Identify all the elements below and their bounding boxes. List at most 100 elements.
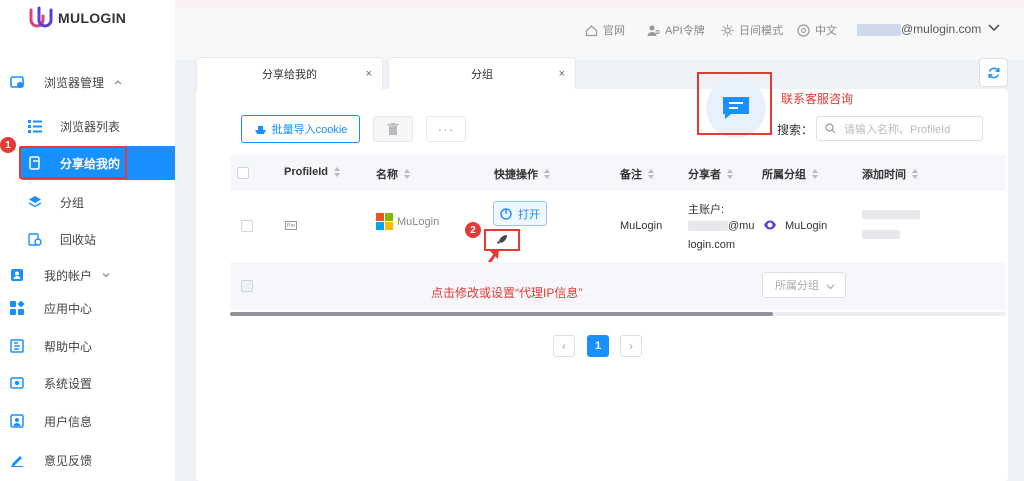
- tab-shared-to-me[interactable]: 分享给我的 ×: [196, 57, 383, 89]
- globe-icon: [797, 23, 810, 37]
- annotation-step-badge: 1: [0, 137, 16, 153]
- logo-text: MULOGIN: [58, 10, 127, 26]
- sidebar-item-app-center[interactable]: 应用中心: [0, 291, 175, 325]
- browser-manage-icon: [10, 76, 24, 88]
- search-input[interactable]: 请输入名称、ProfileId: [816, 116, 983, 141]
- sidebar-item-label: 浏览器管理: [44, 75, 105, 90]
- day-mode-label: 日间模式: [739, 25, 783, 37]
- chevron-down-icon[interactable]: [987, 20, 1001, 34]
- sidebar-item-browser-list[interactable]: 浏览器列表: [0, 109, 175, 143]
- added-time-redacted: [862, 230, 900, 239]
- column-label: 快捷操作: [494, 169, 538, 181]
- language-switch[interactable]: 中文: [797, 22, 837, 38]
- select-all-checkbox[interactable]: [237, 167, 249, 179]
- sharer-line-2: @mu: [728, 220, 755, 232]
- sidebar-item-label: 系统设置: [44, 376, 93, 391]
- day-mode-toggle[interactable]: 日间模式: [721, 22, 783, 38]
- ship-icon: [254, 125, 266, 134]
- help-icon: [10, 339, 24, 353]
- batch-import-cookie-button[interactable]: 批量导入cookie: [241, 115, 360, 143]
- layers-icon: [28, 196, 42, 208]
- sharer-line-1: 主账户:: [688, 204, 725, 216]
- trash-icon: [387, 122, 399, 135]
- column-header-sharer[interactable]: 分享者: [688, 166, 734, 182]
- next-page-button[interactable]: ›: [620, 335, 642, 357]
- more-actions-button[interactable]: ···: [426, 116, 466, 142]
- logo[interactable]: MULOGIN: [28, 6, 126, 30]
- official-site-link[interactable]: 官网: [585, 22, 625, 38]
- settings-icon: [10, 377, 24, 389]
- sidebar-item-help-center[interactable]: 帮助中心: [0, 329, 175, 363]
- sidebar-item-groups[interactable]: 分组: [0, 185, 175, 219]
- group-icon: [764, 220, 776, 230]
- sharer-redacted: [688, 221, 728, 231]
- horizontal-scrollbar[interactable]: [230, 312, 773, 316]
- sidebar-item-label: 我的帐户: [44, 268, 93, 283]
- delete-button[interactable]: [373, 116, 413, 142]
- group-filter-select[interactable]: 所属分组: [762, 272, 846, 298]
- sidebar-item-label: 回收站: [60, 232, 97, 247]
- column-label: 备注: [620, 169, 642, 181]
- group-select-placeholder: 所属分组: [775, 280, 819, 292]
- sidebar-item-label: 分组: [60, 195, 85, 210]
- search-icon: [825, 123, 836, 134]
- open-label: 打开: [518, 208, 540, 221]
- tab-close-icon[interactable]: ×: [559, 68, 565, 80]
- refresh-button[interactable]: [979, 58, 1008, 87]
- added-time-redacted: [862, 210, 920, 219]
- column-header-group[interactable]: 所属分组: [762, 166, 819, 182]
- sidebar-item-browser-manage[interactable]: 浏览器管理: [0, 65, 175, 99]
- sort-icon[interactable]: [404, 169, 411, 179]
- sidebar-item-feedback[interactable]: 意见反馈: [0, 443, 175, 477]
- column-header-profileid[interactable]: ProfileId: [284, 166, 341, 178]
- sharer-line-3: login.com: [688, 239, 736, 251]
- profile-name: MuLogin: [397, 216, 440, 228]
- column-header-quick-actions[interactable]: 快捷操作: [494, 166, 551, 182]
- mulogin-logo-icon: [29, 6, 53, 28]
- recycle-icon: [28, 233, 42, 246]
- sort-icon[interactable]: [544, 169, 551, 179]
- annotation-highlight-box: [19, 146, 127, 179]
- chevron-up-icon: [114, 80, 122, 85]
- batch-import-label: 批量导入cookie: [271, 124, 348, 136]
- top-banner-strip: [175, 0, 1024, 8]
- list-icon: [28, 120, 42, 133]
- tab-label: 分享给我的: [262, 68, 317, 81]
- api-token-link[interactable]: API令牌: [647, 22, 705, 38]
- column-label: 名称: [376, 169, 398, 181]
- sidebar-item-label: 意见反馈: [44, 453, 93, 468]
- sort-icon[interactable]: [727, 169, 734, 179]
- sidebar-item-label: 应用中心: [44, 301, 93, 316]
- column-header-added-time[interactable]: 添加时间: [862, 166, 919, 182]
- column-header-remark[interactable]: 备注: [620, 166, 655, 182]
- contact-support-label: 联系客服咨询: [781, 92, 854, 106]
- sidebar-item-label: 帮助中心: [44, 339, 93, 354]
- prev-page-button[interactable]: ‹: [553, 335, 575, 357]
- sidebar-item-my-account[interactable]: 我的帐户: [0, 258, 175, 292]
- sort-icon[interactable]: [912, 169, 919, 179]
- tab-close-icon[interactable]: ×: [366, 68, 372, 80]
- column-header-name[interactable]: 名称: [376, 166, 411, 182]
- table-row: [230, 262, 1006, 310]
- row-checkbox[interactable]: [241, 220, 253, 232]
- annotation-step-badge: 2: [465, 222, 481, 238]
- sort-icon[interactable]: [648, 169, 655, 179]
- sidebar-item-recycle-bin[interactable]: 回收站: [0, 222, 175, 256]
- open-browser-button[interactable]: 打开: [493, 201, 547, 226]
- user-email[interactable]: @mulogin.com: [901, 22, 981, 36]
- sort-icon[interactable]: [812, 169, 819, 179]
- apps-icon: [10, 301, 24, 315]
- search-placeholder: 请输入名称、ProfileId: [844, 123, 951, 136]
- chevron-down-icon: [826, 284, 835, 290]
- chevron-down-icon: [102, 273, 110, 278]
- user-key-icon: [647, 25, 660, 36]
- column-label: 添加时间: [862, 169, 906, 181]
- account-icon: [11, 269, 23, 281]
- tab-groups[interactable]: 分组 ×: [388, 57, 576, 89]
- sidebar-item-user-info[interactable]: 用户信息: [0, 404, 175, 438]
- sidebar-item-label: 浏览器列表: [60, 119, 121, 134]
- annotation-hint-text: 点击修改或设置“代理IP信息”: [431, 286, 583, 300]
- sort-icon[interactable]: [334, 167, 341, 177]
- sidebar-item-system-settings[interactable]: 系统设置: [0, 366, 175, 400]
- page-number-button[interactable]: 1: [587, 335, 609, 357]
